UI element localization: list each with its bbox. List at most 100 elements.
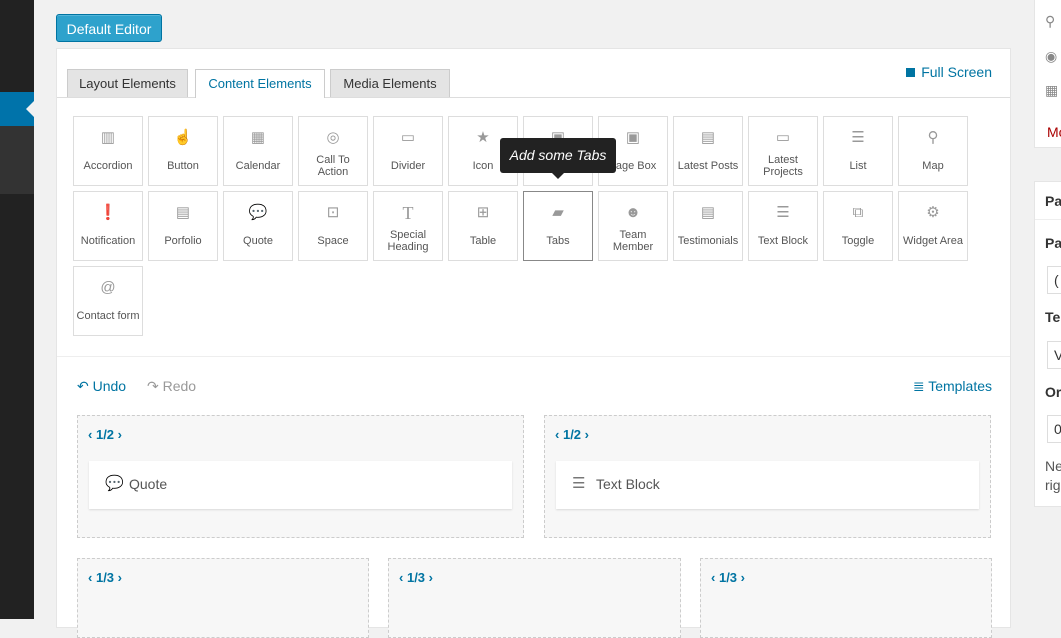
element-label: Porfolio <box>164 235 202 247</box>
chevron-left-icon[interactable]: ‹ <box>88 427 92 442</box>
element-label: Special Heading <box>387 229 429 253</box>
undo-button[interactable]: ↶ Undo <box>77 378 126 395</box>
templates-icon: ≣ <box>912 378 925 394</box>
posts-icon: ▤ <box>700 129 716 146</box>
column-third-2[interactable]: ‹ 1/3 › <box>388 558 681 638</box>
element-porfolio[interactable]: ▤ Porfolio <box>148 191 218 261</box>
element-special-heading[interactable]: T Special Heading <box>373 191 443 261</box>
chevron-left-icon[interactable]: ‹ <box>711 570 715 585</box>
tabs-tooltip: Add some Tabs <box>500 138 616 179</box>
person-icon: ☻ <box>625 204 641 221</box>
space-icon: ⊡ <box>326 204 340 221</box>
element-label: Latest Posts <box>677 160 739 172</box>
element-label: List <box>849 160 867 172</box>
element-label: Contact form <box>76 310 140 322</box>
chevron-right-icon[interactable]: › <box>585 427 589 442</box>
element-map[interactable]: ⚲ Map <box>898 116 968 186</box>
column-size-label: 1/2 <box>95 427 115 442</box>
tabs-icon: ▰ <box>552 204 564 221</box>
tab-content-elements[interactable]: Content Elements <box>195 69 325 98</box>
order-input[interactable]: 0 <box>1047 415 1061 443</box>
element-text-block[interactable]: ☰ Text Block <box>748 191 818 261</box>
quote-icon: 💬 <box>248 204 268 221</box>
element-tabs[interactable]: ▰ Tabs <box>523 191 593 261</box>
element-list[interactable]: ☰ List <box>823 116 893 186</box>
column-size-label: 1/3 <box>718 570 738 585</box>
tab-media-elements[interactable]: Media Elements <box>330 69 450 97</box>
gear-icon: ⚙ <box>926 204 940 221</box>
element-button[interactable]: ☝ Button <box>148 116 218 186</box>
fullscreen-link[interactable]: Full Screen <box>906 64 992 80</box>
help-note-line1: Ne <box>1045 458 1061 474</box>
admin-menu-active-item[interactable] <box>0 92 34 126</box>
column-size-label: 1/3 <box>406 570 426 585</box>
element-label: Text Block <box>757 235 809 247</box>
column-half-left[interactable]: ‹ 1/2 › 💬 Quote <box>77 415 524 538</box>
monitor-icon: ▭ <box>775 129 791 146</box>
chevron-left-icon[interactable]: ‹ <box>555 427 559 442</box>
calendar-icon: ▦ <box>1045 82 1059 98</box>
pin-icon: ⚲ <box>1045 13 1056 29</box>
element-toggle[interactable]: ⧉ Toggle <box>823 191 893 261</box>
text-lines-icon: ☰ <box>776 204 790 221</box>
chevron-right-icon[interactable]: › <box>118 427 122 442</box>
element-contact-form[interactable]: @ Contact form <box>73 266 143 336</box>
element-label: Accordion <box>83 160 133 172</box>
element-team-member[interactable]: ☻ Team Member <box>598 191 668 261</box>
tab-layout-elements[interactable]: Layout Elements <box>67 69 188 97</box>
chevron-right-icon[interactable]: › <box>741 570 745 585</box>
quote-block[interactable]: 💬 Quote <box>89 461 512 509</box>
element-call-to-action[interactable]: ◎ Call To Action <box>298 116 368 186</box>
map-pin-icon: ⚲ <box>927 129 939 146</box>
column-half-right[interactable]: ‹ 1/2 › ☰ Text Block <box>544 415 991 538</box>
default-editor-button[interactable]: Default Editor <box>56 14 162 42</box>
element-label: Space <box>317 235 349 247</box>
list-icon: ☰ <box>851 129 865 146</box>
redo-button[interactable]: ↷ Redo <box>147 378 196 395</box>
element-table[interactable]: ⊞ Table <box>448 191 518 261</box>
element-accordion[interactable]: ▥ Accordion <box>73 116 143 186</box>
element-latest-posts[interactable]: ▤ Latest Posts <box>673 116 743 186</box>
page-attributes-box: Pa Pa ( Te V Or 0 Ne rig <box>1034 181 1061 507</box>
page-builder-panel: Layout Elements Content Elements Media E… <box>56 48 1011 638</box>
template-label: Te <box>1045 309 1061 325</box>
move-to-trash-link[interactable]: Mo <box>1047 124 1061 140</box>
chevron-right-icon[interactable]: › <box>429 570 433 585</box>
chevron-right-icon[interactable]: › <box>118 570 122 585</box>
undo-label: Undo <box>92 378 127 394</box>
element-label: Latest Projects <box>763 154 803 178</box>
element-widget-area[interactable]: ⚙ Widget Area <box>898 191 968 261</box>
redo-label: Redo <box>162 378 197 394</box>
element-label: Notification <box>80 235 136 247</box>
element-testimonials[interactable]: ▤ Testimonials <box>673 191 743 261</box>
element-space[interactable]: ⊡ Space <box>298 191 368 261</box>
template-select[interactable]: V <box>1047 341 1061 369</box>
element-latest-projects[interactable]: ▭ Latest Projects <box>748 116 818 186</box>
element-label: Table <box>469 235 497 247</box>
redo-icon: ↷ <box>147 378 159 394</box>
element-quote[interactable]: 💬 Quote <box>223 191 293 261</box>
templates-button[interactable]: ≣ Templates <box>913 378 992 395</box>
chevron-left-icon[interactable]: ‹ <box>399 570 403 585</box>
text-block-block[interactable]: ☰ Text Block <box>556 461 979 509</box>
alert-icon: ❗ <box>98 204 118 221</box>
right-sidebar: ⚲ ◉ ▦ Mo Pa Pa ( Te V Or 0 Ne rig <box>1031 0 1061 619</box>
element-label: Toggle <box>841 235 875 247</box>
column-third-3[interactable]: ‹ 1/3 › <box>700 558 992 638</box>
element-label: Widget Area <box>903 235 963 247</box>
block-label: Quote <box>129 476 168 492</box>
parent-label: Pa <box>1045 235 1061 251</box>
section-divider <box>57 356 1010 357</box>
fullscreen-icon <box>906 68 916 77</box>
column-third-1[interactable]: ‹ 1/3 › <box>77 558 369 638</box>
element-label: Divider <box>390 160 426 172</box>
text-lines-icon: ☰ <box>572 475 586 492</box>
element-calendar[interactable]: ▦ Calendar <box>223 116 293 186</box>
chevron-left-icon[interactable]: ‹ <box>88 570 92 585</box>
image-box-icon: ▣ <box>625 129 641 146</box>
column-size-label: 1/2 <box>562 427 582 442</box>
element-notification[interactable]: ❗ Notification <box>73 191 143 261</box>
parent-select[interactable]: ( <box>1047 266 1061 294</box>
element-divider[interactable]: ▭ Divider <box>373 116 443 186</box>
element-label: Map <box>922 160 944 172</box>
